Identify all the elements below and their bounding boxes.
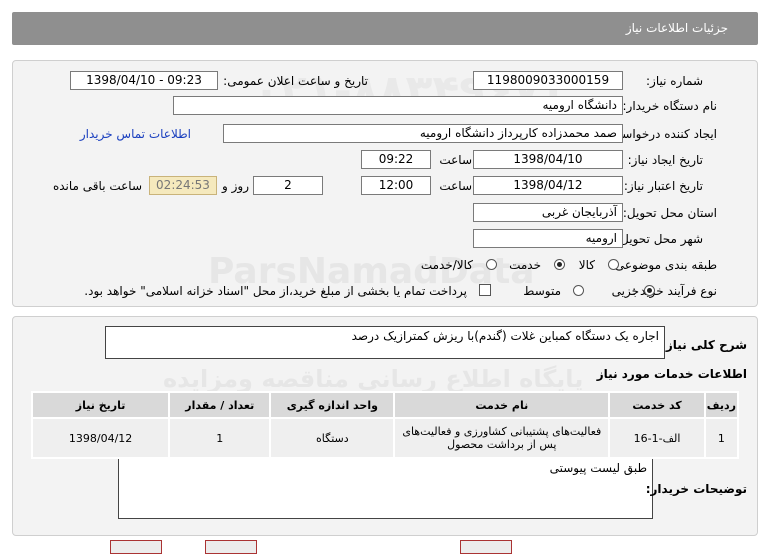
services-table: ردیف کد خدمت نام خدمت واحد اندازه گیری ت… [30, 391, 740, 459]
process-medium-label: متوسط [523, 284, 561, 298]
buyer-notes-field: طبق لیست پیوستی [118, 457, 653, 519]
category-goods-radio[interactable] [608, 259, 619, 270]
cell-quantity: 1 [168, 417, 272, 459]
need-number-label: شماره نیاز: [646, 74, 703, 88]
summary-field: اجاره یک دستگاه کمباین غلات (گندم)با ریز… [105, 326, 665, 359]
cell-code: الف-1-16 [608, 417, 706, 459]
cell-index: 1 [703, 417, 740, 459]
buyer-notes-label: توضیحات خریدار: [645, 482, 747, 496]
created-time-label: ساعت [439, 153, 472, 167]
col-unit: واحد اندازه گیری [269, 391, 396, 419]
category-service-label: خدمت [509, 258, 541, 272]
action-button-2[interactable] [205, 540, 257, 554]
validity-date-field: 1398/04/12 [473, 176, 623, 195]
process-medium-radio[interactable] [573, 285, 584, 296]
validity-time-field: 12:00 [361, 176, 431, 195]
cell-name: فعالیت‌های پشتیبانی کشاورزی و فعالیت‌های… [393, 417, 611, 459]
remaining-time-label: ساعت باقی مانده [52, 179, 142, 193]
category-label: طبقه بندی موضوعی: [610, 258, 717, 272]
treasury-payment-checkbox[interactable] [479, 284, 491, 296]
col-index: ردیف [703, 391, 740, 419]
province-label: استان محل تحویل: [622, 206, 717, 220]
services-section-title: اطلاعات خدمات مورد نیاز [596, 367, 747, 381]
announce-datetime-field: 1398/04/10 - 09:23 [70, 71, 218, 90]
services-table-header: ردیف کد خدمت نام خدمت واحد اندازه گیری ت… [30, 391, 740, 419]
created-time-field: 09:22 [361, 150, 431, 169]
validity-date-label: تاریخ اعتبار نیاز: [623, 179, 703, 193]
remaining-days-field: 2 [253, 176, 323, 195]
buyer-org-field: دانشگاه ارومیه [173, 96, 623, 115]
city-field: ارومیه [473, 229, 623, 248]
days-label: روز و [222, 179, 249, 193]
category-goods-service-label: کالا/خدمت [420, 258, 473, 272]
table-row: 1 الف-1-16 فعالیت‌های پشتیبانی کشاورزی و… [30, 417, 740, 459]
category-service-radio[interactable] [554, 259, 565, 270]
col-date: تاریخ نیاز [30, 391, 171, 419]
process-minor-radio[interactable] [644, 285, 655, 296]
created-date-field: 1398/04/10 [473, 150, 623, 169]
category-goods-service-radio[interactable] [486, 259, 497, 270]
city-label: شهر محل تحویل: [616, 232, 703, 246]
action-button-3[interactable] [460, 540, 512, 554]
creator-field: صمد محمدزاده کارپرداز دانشگاه ارومیه [223, 124, 623, 143]
remaining-time-field: 02:24:53 [149, 176, 217, 195]
summary-label: شرح کلی نیاز: [661, 338, 747, 352]
col-code: کد خدمت [608, 391, 706, 419]
province-field: آذربایجان غربی [473, 203, 623, 222]
treasury-payment-note: پرداخت تمام یا بخشی از مبلغ خرید،از محل … [84, 284, 467, 298]
buyer-org-label: نام دستگاه خریدار: [622, 99, 718, 113]
page-header: جزئیات اطلاعات نیاز [12, 12, 758, 45]
page-title: جزئیات اطلاعات نیاز [625, 21, 728, 35]
col-name: نام خدمت [393, 391, 611, 419]
announce-label: تاریخ و ساعت اعلان عمومی: [223, 74, 368, 88]
need-number-field: 1198009033000159 [473, 71, 623, 90]
action-button-1[interactable] [110, 540, 162, 554]
validity-time-label: ساعت [439, 179, 472, 193]
category-goods-label: کالا [578, 258, 595, 272]
need-info-panel: ۰۲۱-۸۸۳۴۹۶۷۰ ParsNamadData شماره نیاز: 1… [12, 60, 758, 307]
col-quantity: تعداد / مقدار [168, 391, 272, 419]
watermark-subtitle: پایگاه اطلاع رسانی مناقصه ومزایده [163, 365, 584, 393]
creator-label: ایجاد کننده درخواست: [606, 127, 717, 141]
cell-unit: دستگاه [269, 417, 396, 459]
cell-date: 1398/04/12 [30, 417, 171, 459]
created-date-label: تاریخ ایجاد نیاز: [627, 153, 703, 167]
buyer-contact-link[interactable]: اطلاعات تماس خریدار [80, 127, 191, 141]
process-minor-label: جزیی [611, 284, 639, 298]
